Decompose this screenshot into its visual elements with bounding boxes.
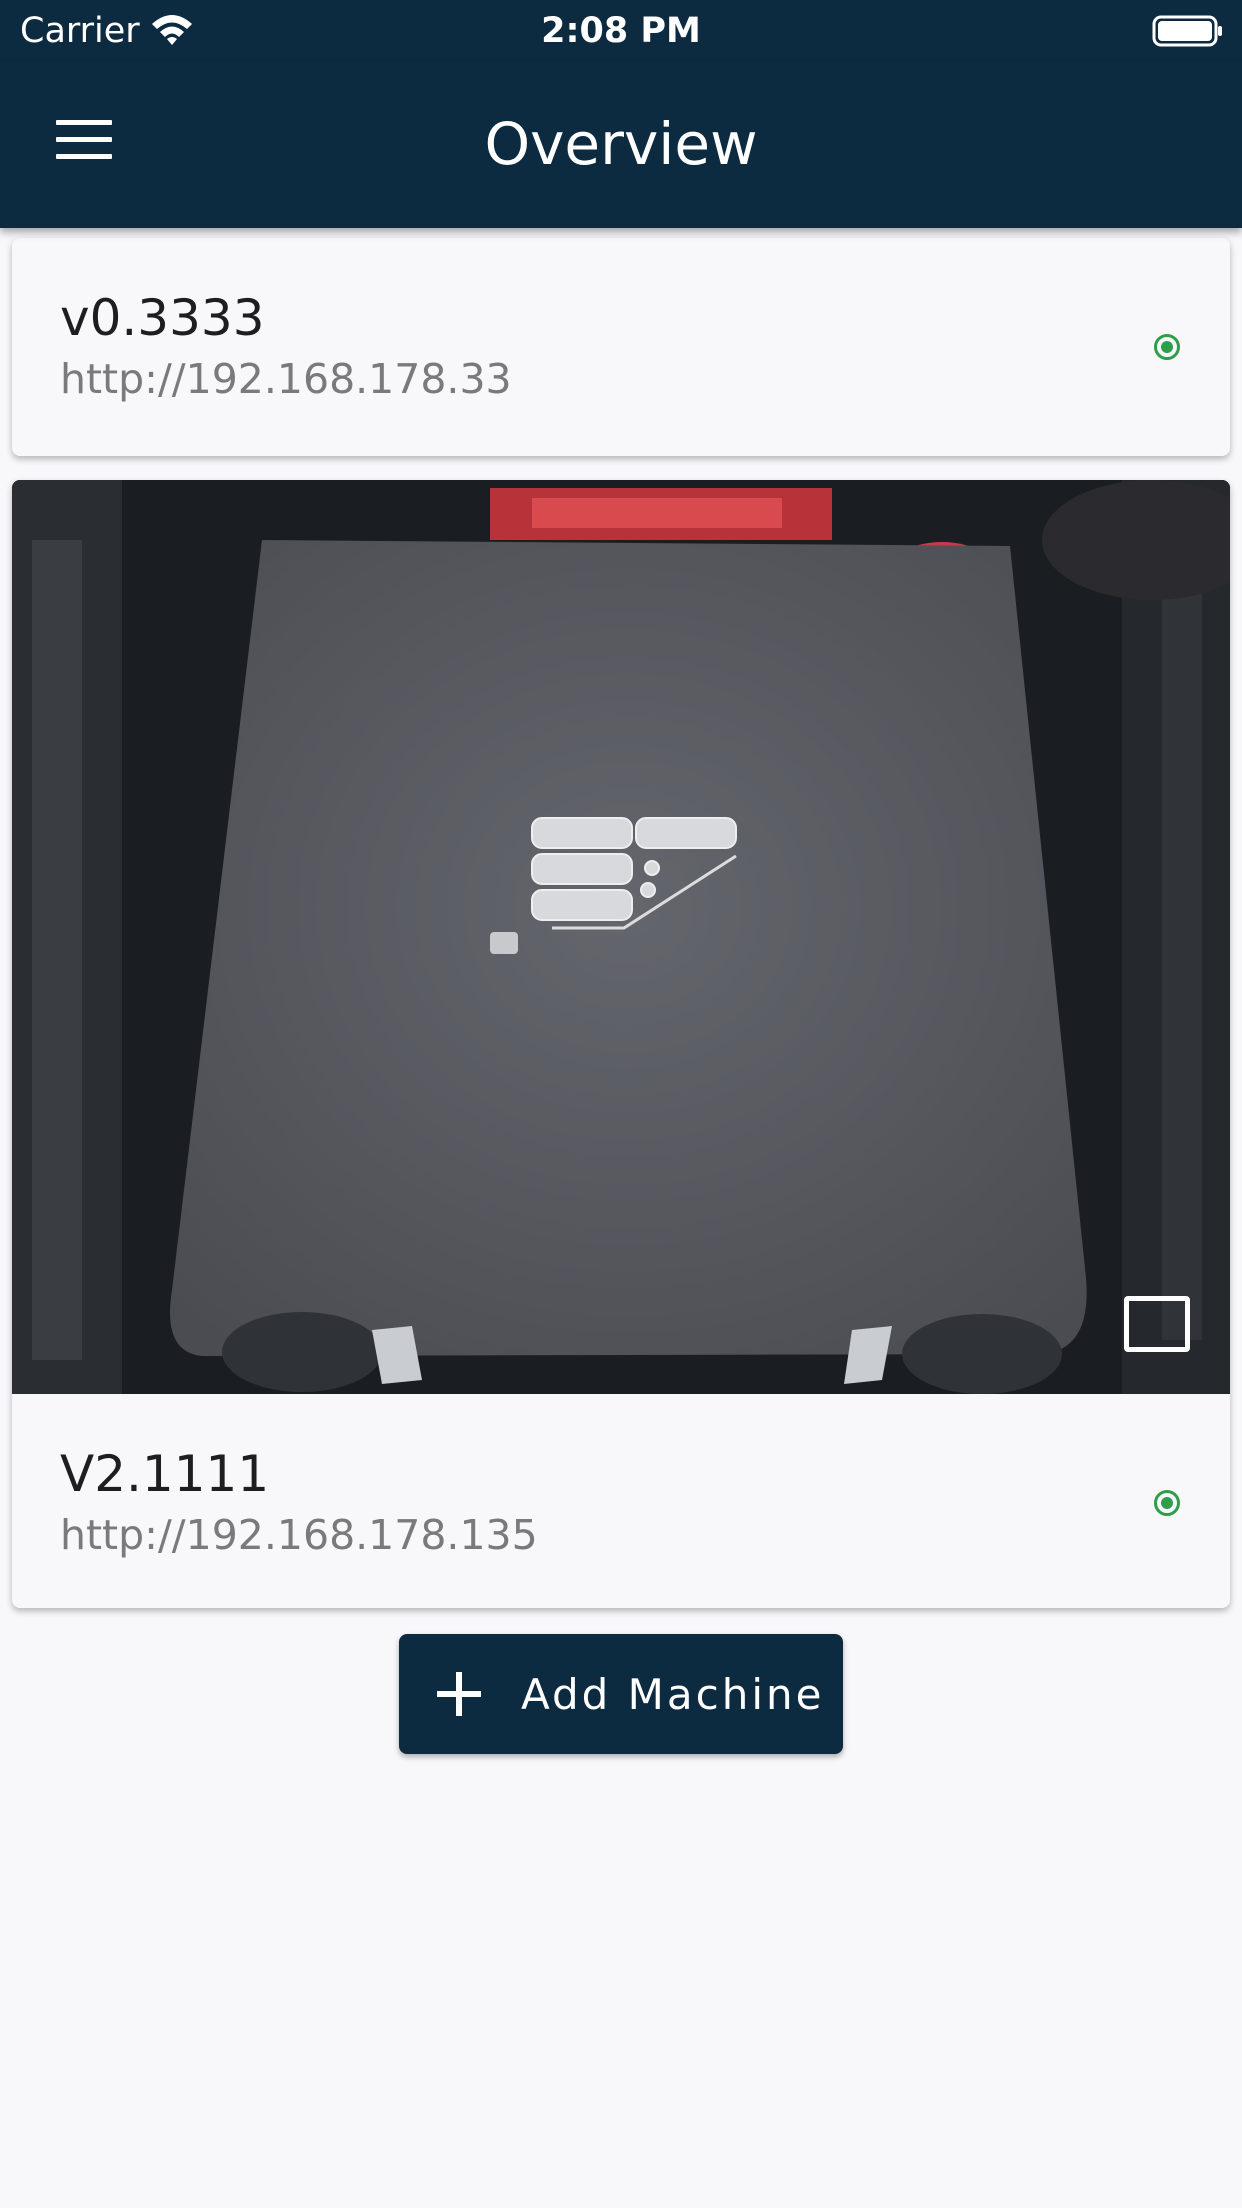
machine-card-1[interactable]: v0.3333 http://192.168.178.33 bbox=[12, 238, 1230, 456]
page-title: Overview bbox=[484, 110, 758, 178]
webcam-stream[interactable] bbox=[12, 480, 1230, 1394]
status-bar: Carrier 2:08 PM bbox=[0, 0, 1242, 62]
add-machine-label: Add Machine bbox=[521, 1670, 825, 1719]
machine-name: v0.3333 bbox=[60, 289, 265, 347]
machine-url: http://192.168.178.33 bbox=[60, 355, 512, 403]
add-machine-button[interactable]: Add Machine bbox=[399, 1634, 843, 1754]
machine-name: V2.1111 bbox=[60, 1445, 270, 1503]
app-bar: Overview bbox=[0, 62, 1242, 228]
machine-url: http://192.168.178.135 bbox=[60, 1511, 538, 1559]
battery-icon bbox=[1152, 15, 1222, 47]
fullscreen-icon[interactable] bbox=[1124, 1296, 1190, 1352]
status-dot-icon bbox=[1154, 334, 1180, 360]
plus-icon bbox=[437, 1672, 481, 1716]
status-dot-icon bbox=[1154, 1490, 1180, 1516]
machine-info[interactable]: v0.3333 http://192.168.178.33 bbox=[12, 238, 1230, 456]
clock: 2:08 PM bbox=[541, 11, 701, 51]
machine-info[interactable]: V2.1111 http://192.168.178.135 bbox=[12, 1394, 1230, 1608]
webcam-image bbox=[12, 480, 1230, 1394]
machine-card-2[interactable]: V2.1111 http://192.168.178.135 bbox=[12, 480, 1230, 1608]
